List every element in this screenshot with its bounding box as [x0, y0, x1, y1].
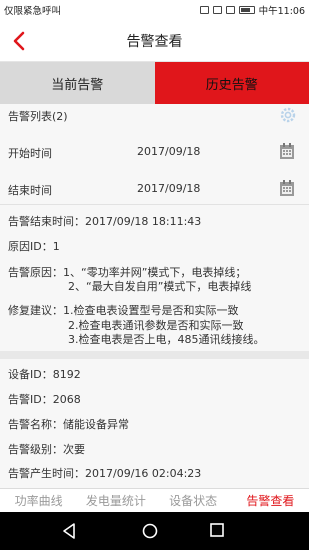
alarm-list-heading: 告警列表(2) [8, 110, 68, 123]
bottom-nav: 功率曲线 发电量统计 设备状态 告警查看 [0, 488, 309, 512]
start-time-label: 开始时间 [8, 147, 52, 160]
alarm-end-time: 告警结束时间：2017/09/18 18:11:43 [8, 215, 202, 228]
fix-suggestion-line1: 修复建议：1.检查电表设置型号是否和实际一致 [8, 304, 239, 317]
header: 告警查看 [0, 20, 309, 62]
wifi-icon [225, 6, 235, 14]
tab-current-alarms[interactable]: 当前告警 [0, 62, 155, 104]
end-time-label: 结束时间 [8, 184, 52, 197]
vibrate-icon [212, 6, 222, 14]
status-time: 中午11:06 [258, 6, 305, 17]
status-bar: 仅限紧急呼叫 中午11:06 [0, 0, 309, 20]
divider [0, 204, 309, 205]
system-nav-bar [0, 512, 309, 550]
page-title: 告警查看 [126, 33, 183, 50]
nav-generation-stats[interactable]: 发电量统计 [77, 492, 154, 509]
gear-icon[interactable] [278, 105, 298, 125]
calendar-icon[interactable] [279, 142, 295, 160]
section-gap [0, 351, 309, 359]
tab-bar: 当前告警 历史告警 [0, 62, 309, 104]
calendar-icon[interactable] [279, 179, 295, 197]
circle-home-icon[interactable] [142, 523, 158, 539]
sim-icon [199, 6, 209, 14]
end-time-value[interactable]: 2017/09/18 [137, 182, 200, 195]
nav-power-curve[interactable]: 功率曲线 [0, 492, 77, 509]
carrier-text: 仅限紧急呼叫 [4, 6, 62, 17]
alarm-start-time: 告警产生时间：2017/09/16 02:04:23 [8, 467, 202, 480]
alarm-id: 告警ID：2068 [8, 393, 81, 406]
chevron-left-icon[interactable] [8, 29, 32, 53]
fix-suggestion-line3: 3.检查电表是否上电，485通讯线接线。 [68, 333, 265, 346]
battery-icon [238, 6, 255, 14]
alarm-reason-line2: 2、“最大自发自用”模式下，电表掉线 [68, 280, 252, 293]
square-recent-icon[interactable] [210, 523, 224, 537]
alarm-content[interactable]: 告警列表(2) 开始时间 2017/09/18 结束时间 2017/09/18 … [0, 104, 309, 488]
triangle-back-icon[interactable] [60, 522, 78, 540]
reason-id: 原因ID：1 [8, 240, 60, 253]
device-id: 设备ID：8192 [8, 368, 81, 381]
start-time-value[interactable]: 2017/09/18 [137, 145, 200, 158]
tab-history-alarms[interactable]: 历史告警 [154, 62, 309, 104]
nav-device-status[interactable]: 设备状态 [155, 492, 232, 509]
nav-alarm-view[interactable]: 告警查看 [232, 492, 309, 509]
alarm-level: 告警级别：次要 [8, 443, 85, 456]
alarm-name: 告警名称：储能设备异常 [8, 418, 129, 431]
